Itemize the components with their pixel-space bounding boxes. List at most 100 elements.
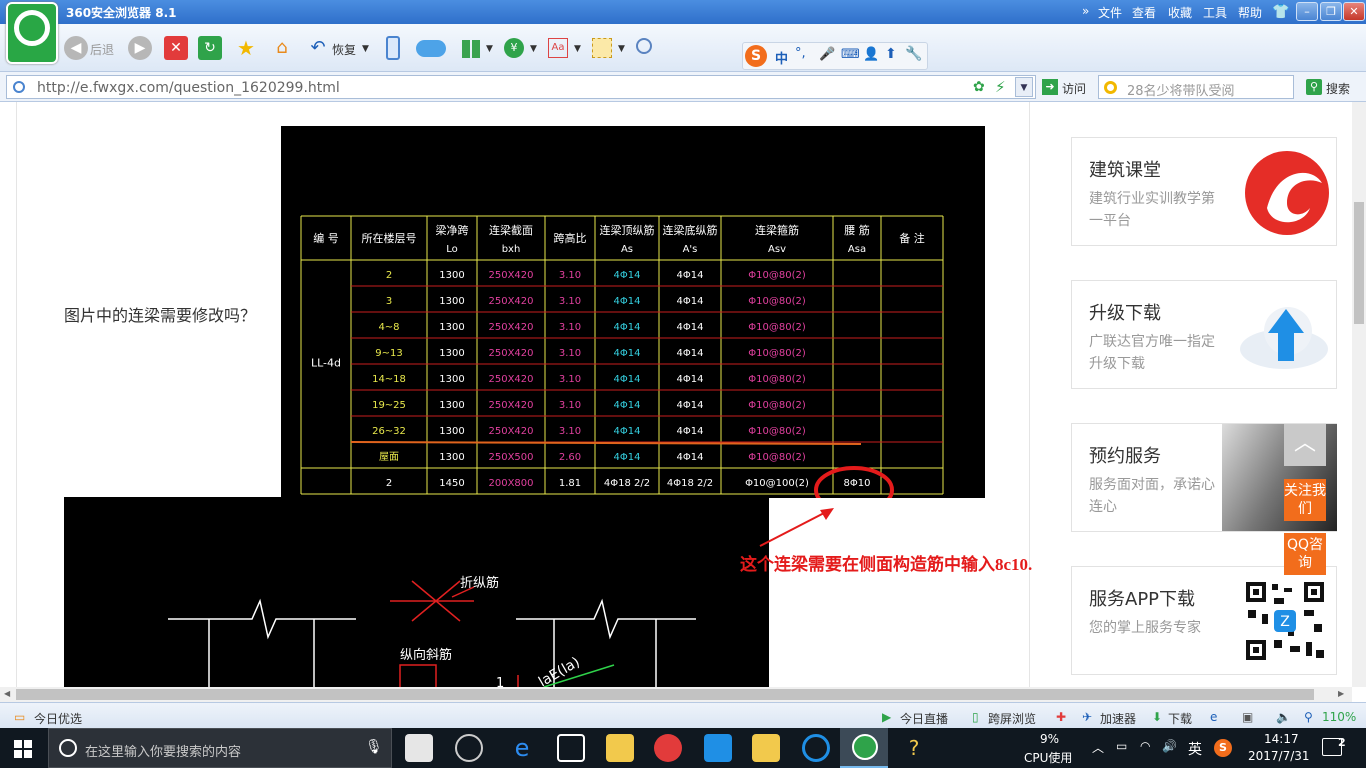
apps-grid-icon[interactable] bbox=[462, 40, 480, 58]
visit-button[interactable]: 访问 bbox=[1062, 80, 1086, 97]
360-browser-logo[interactable] bbox=[6, 2, 58, 64]
sogou-tray-icon[interactable]: S bbox=[1214, 739, 1232, 757]
home-icon[interactable]: ⌂ bbox=[270, 36, 294, 60]
clock-date[interactable]: 2017/7/31 bbox=[1248, 749, 1310, 763]
taskbar-search[interactable]: 在这里输入你要搜索的内容 🎙 bbox=[48, 728, 392, 768]
search-button[interactable]: 搜索 bbox=[1326, 80, 1350, 97]
menu-view[interactable]: 查看 bbox=[1132, 4, 1156, 21]
sogou-ime-bar[interactable]: S 中 °, 🎤 ⌨ 👤 ⬆ 🔧 bbox=[742, 42, 928, 70]
horizontal-scroll-thumb[interactable] bbox=[16, 689, 1314, 700]
qq-consult-button[interactable]: QQ咨询 bbox=[1284, 533, 1326, 575]
taskbar-app-blue-icon[interactable] bbox=[704, 734, 732, 762]
window-icon[interactable]: ▣ bbox=[1242, 710, 1253, 724]
accelerator-link[interactable]: 加速器 bbox=[1100, 710, 1136, 727]
phone-cross-icon[interactable]: ▯ bbox=[972, 710, 979, 724]
menu-tools[interactable]: 工具 bbox=[1203, 4, 1227, 21]
chevron-down-icon[interactable]: ▼ bbox=[530, 44, 537, 54]
address-dropdown-icon[interactable]: ▼ bbox=[1015, 77, 1033, 97]
address-bar[interactable]: http://e.fwxgx.com/question_1620299.html… bbox=[6, 75, 1036, 99]
refresh-icon[interactable]: ↻ bbox=[198, 36, 222, 60]
cross-screen-link[interactable]: 跨屏浏览 bbox=[988, 710, 1036, 727]
taskbar-edge-icon[interactable]: e bbox=[508, 734, 536, 762]
phone-icon[interactable] bbox=[386, 36, 400, 60]
wifi-icon[interactable]: ◠ bbox=[1140, 739, 1150, 753]
wrench-icon[interactable]: 🔧 bbox=[905, 46, 922, 62]
volume-icon[interactable]: 🔊 bbox=[1162, 739, 1177, 753]
chevron-down-icon[interactable]: ▼ bbox=[574, 44, 581, 54]
download-link[interactable]: 下载 bbox=[1168, 710, 1192, 727]
taskbar-app-red-icon[interactable] bbox=[654, 734, 682, 762]
yen-shield-icon[interactable]: ¥ bbox=[504, 38, 524, 58]
taskbar-app-swirl-icon[interactable] bbox=[455, 734, 483, 762]
taskbar-360-browser-active[interactable] bbox=[840, 728, 888, 768]
punctuation-icon[interactable]: °, bbox=[795, 46, 806, 61]
back-to-top-icon[interactable]: ︿ bbox=[1284, 424, 1326, 466]
download-arrow-icon[interactable]: ⬇ bbox=[1152, 710, 1162, 724]
forward-icon[interactable]: ▶ bbox=[128, 36, 152, 60]
screenshot-icon[interactable] bbox=[592, 38, 612, 58]
ie-icon[interactable]: e bbox=[1210, 710, 1217, 724]
back-label[interactable]: 后退 bbox=[90, 41, 114, 58]
taskbar-app-pinwheel-icon[interactable] bbox=[405, 734, 433, 762]
microphone-icon[interactable]: 🎙 bbox=[365, 739, 383, 755]
microphone-icon[interactable]: 🎤 bbox=[819, 47, 835, 62]
zoom-icon[interactable]: ⚲ bbox=[1304, 710, 1313, 724]
taskbar-glodon-icon[interactable] bbox=[802, 734, 830, 762]
follow-us-button[interactable]: 关注我们 bbox=[1284, 479, 1326, 521]
card-upgrade-download[interactable]: 升级下载 广联达官方唯一指定升级下载 bbox=[1071, 280, 1337, 389]
windows-start-icon[interactable] bbox=[14, 740, 32, 758]
search-icon[interactable]: ⚲ bbox=[1306, 79, 1322, 95]
address-url[interactable]: http://e.fwxgx.com/question_1620299.html bbox=[37, 80, 340, 96]
lightning-icon[interactable]: ⚡ bbox=[995, 78, 1006, 96]
show-hidden-icon[interactable]: ︿ bbox=[1092, 739, 1104, 756]
rocket-icon[interactable]: ✈ bbox=[1082, 710, 1092, 724]
translate-icon[interactable]: Aa bbox=[548, 38, 568, 58]
battery-icon[interactable]: ▭ bbox=[1116, 739, 1127, 753]
volume-icon[interactable]: 🔈 bbox=[1276, 710, 1291, 724]
clock-time[interactable]: 14:17 bbox=[1264, 732, 1299, 746]
scroll-right-icon[interactable]: ▶ bbox=[1338, 689, 1344, 698]
chevron-down-icon[interactable]: ▼ bbox=[362, 44, 369, 54]
taskbar-explorer-icon[interactable] bbox=[606, 734, 634, 762]
stop-icon[interactable]: ✕ bbox=[164, 36, 188, 60]
user-icon[interactable]: 👤 bbox=[863, 47, 879, 62]
security-check-icon[interactable]: ✿ bbox=[973, 79, 985, 95]
magnifier-icon[interactable] bbox=[636, 38, 652, 54]
card-building-class[interactable]: 建筑课堂 建筑行业实训教学第一平台 bbox=[1071, 137, 1337, 246]
search-input[interactable]: 28名少将带队受阅 bbox=[1098, 75, 1294, 99]
favorite-star-icon[interactable]: ★ bbox=[234, 36, 258, 60]
gift-icon[interactable]: ▭ bbox=[14, 710, 25, 724]
minimize-button[interactable]: – bbox=[1296, 2, 1318, 21]
visit-arrow-icon[interactable]: ➜ bbox=[1042, 79, 1058, 95]
menu-help[interactable]: 帮助 bbox=[1238, 4, 1262, 21]
cloud-icon[interactable] bbox=[416, 40, 446, 57]
chevron-down-icon[interactable]: ▼ bbox=[486, 44, 493, 54]
daily-picks-link[interactable]: 今日优选 bbox=[34, 710, 82, 727]
close-button[interactable]: ✕ bbox=[1343, 2, 1365, 21]
restore-label[interactable]: 恢复 bbox=[332, 41, 356, 58]
live-link[interactable]: 今日直播 bbox=[900, 710, 948, 727]
keyboard-icon[interactable]: ⌨ bbox=[841, 47, 860, 62]
search-engine-icon[interactable] bbox=[1104, 81, 1117, 94]
ime-mode-label[interactable]: 中 bbox=[775, 48, 788, 67]
back-icon[interactable]: ◀ bbox=[64, 36, 88, 60]
vertical-scroll-thumb[interactable] bbox=[1354, 202, 1364, 324]
taskbar-help-icon[interactable]: ? bbox=[900, 734, 928, 762]
menu-favorites[interactable]: 收藏 bbox=[1168, 4, 1192, 21]
plus-icon[interactable]: ✚ bbox=[1056, 710, 1066, 724]
vertical-scrollbar[interactable] bbox=[1352, 102, 1366, 687]
play-icon[interactable]: ▶ bbox=[882, 710, 891, 724]
zoom-level[interactable]: 110% bbox=[1322, 710, 1356, 724]
restore-icon[interactable]: ↶ bbox=[306, 36, 330, 60]
tshirt-skin-icon[interactable]: ⬆ bbox=[885, 46, 897, 62]
tshirt-icon[interactable]: 👕 bbox=[1272, 4, 1289, 20]
horizontal-scrollbar[interactable]: ◀ ▶ bbox=[0, 687, 1352, 702]
scroll-left-icon[interactable]: ◀ bbox=[4, 689, 10, 698]
taskbar-store-icon[interactable] bbox=[557, 734, 585, 762]
ime-indicator[interactable]: 英 bbox=[1188, 739, 1202, 759]
taskbar-notes-icon[interactable] bbox=[752, 734, 780, 762]
menu-file[interactable]: 文件 bbox=[1098, 4, 1122, 21]
chevron-down-icon[interactable]: ▼ bbox=[618, 44, 625, 54]
maximize-button[interactable]: ❐ bbox=[1320, 2, 1342, 21]
card-app-download[interactable]: 服务APP下载 您的掌上服务专家 Z bbox=[1071, 566, 1337, 675]
